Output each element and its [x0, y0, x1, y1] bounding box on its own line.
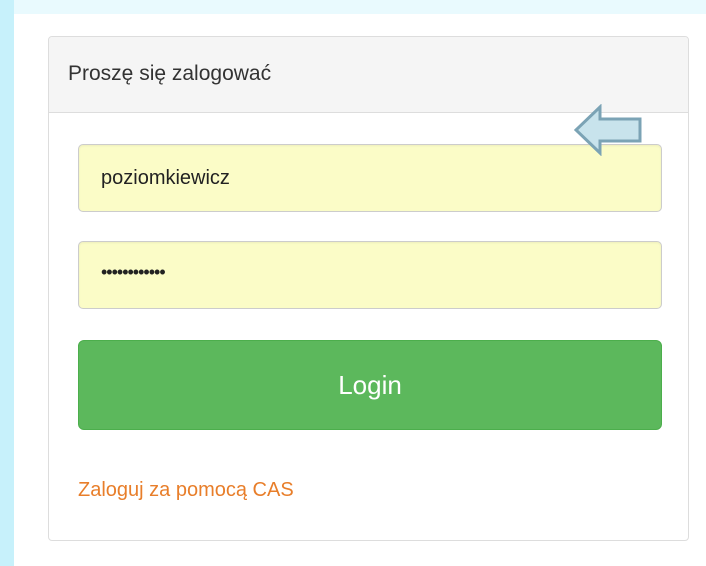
- left-arrow-icon: [574, 104, 642, 156]
- panel-heading: Proszę się zalogować: [49, 37, 688, 113]
- password-input[interactable]: ••••••••••••: [78, 241, 662, 309]
- window-frame-top: [0, 0, 706, 14]
- password-masked-value: ••••••••••••: [101, 262, 166, 282]
- cas-login-link[interactable]: Zaloguj za pomocą CAS: [78, 479, 294, 502]
- window-frame-left: [0, 0, 14, 566]
- username-value: poziomkiewicz: [101, 167, 230, 189]
- login-button[interactable]: Login: [78, 340, 662, 430]
